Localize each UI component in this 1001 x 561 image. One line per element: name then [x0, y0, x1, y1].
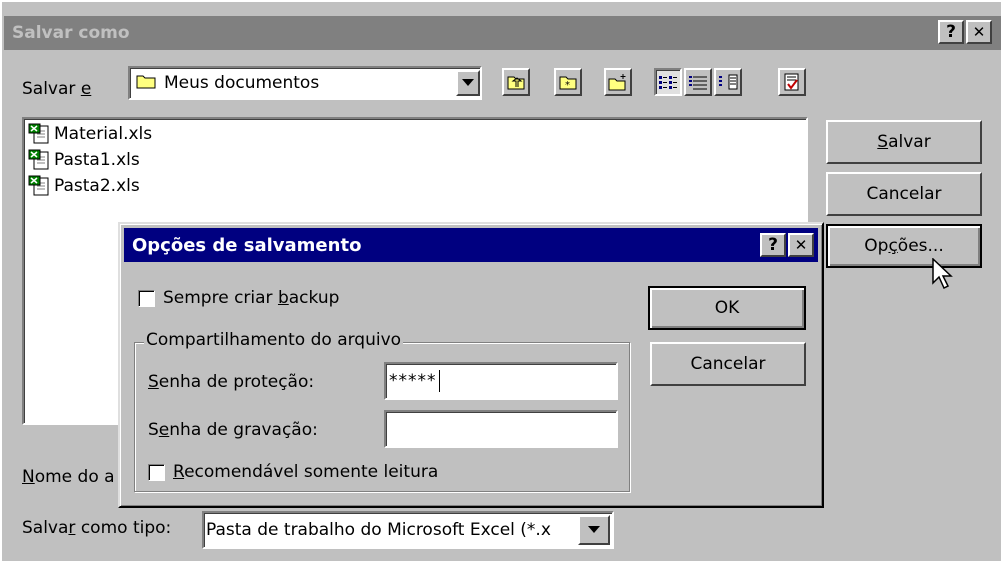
text-caret	[438, 370, 440, 392]
details-view-button[interactable]	[684, 68, 712, 96]
file-list-item[interactable]: Material.xls	[28, 121, 806, 147]
options-ok-button[interactable]: OK	[648, 286, 806, 330]
protection-password-input[interactable]: *****	[384, 362, 618, 400]
save-in-combo[interactable]: Meus documentos	[128, 66, 482, 100]
file-list-item[interactable]: Pasta2.xls	[28, 173, 806, 199]
up-one-level-icon	[507, 76, 525, 90]
save-as-close-button[interactable]: ✕	[966, 20, 992, 44]
save-button[interactable]: Salvar	[826, 120, 982, 164]
file-list-item[interactable]: Pasta1.xls	[28, 147, 806, 173]
save-as-title-bar[interactable]: Salvar como	[4, 16, 1001, 50]
folder-icon	[136, 73, 156, 94]
file-rows: Material.xls Pasta1.xls Pasta2.xls	[28, 121, 806, 199]
cancel-button[interactable]: Cancelar	[826, 172, 982, 216]
filetype-dropdown-button[interactable]	[578, 515, 610, 545]
readonly-checkbox[interactable]	[148, 463, 165, 481]
filename-label: Nome do a	[22, 467, 115, 487]
write-password-input[interactable]	[384, 410, 618, 448]
options-cancel-button[interactable]: Cancelar	[650, 342, 806, 386]
save-in-value: Meus documentos	[164, 73, 320, 93]
up-one-level-button[interactable]	[502, 68, 530, 96]
properties-view-icon	[719, 74, 738, 90]
protection-password-value: *****	[389, 371, 437, 391]
readonly-label: Recomendável somente leitura	[173, 462, 439, 482]
options-title: Opções de salvamento	[132, 234, 362, 256]
save-as-help-button[interactable]: ?	[938, 20, 964, 44]
options-close-button[interactable]: ✕	[788, 233, 814, 257]
backup-checkbox[interactable]	[138, 289, 155, 307]
file-name: Pasta2.xls	[54, 176, 140, 196]
filetype-value: Pasta de trabalho do Microsoft Excel (*.…	[206, 520, 551, 540]
details-view-icon	[689, 76, 707, 90]
chevron-down-icon	[462, 79, 474, 86]
commands-button[interactable]	[778, 68, 806, 96]
favorites-icon: *	[559, 76, 577, 90]
save-in-label: Salvar e	[22, 79, 92, 99]
protection-password-label: Senha de proteção:	[148, 372, 315, 392]
excel-file-icon	[28, 123, 52, 145]
file-sharing-group-label: Compartilhamento do arquivo	[144, 330, 404, 350]
options-dialog: Opções de salvamento ? ✕ Sempre criar ba…	[118, 222, 824, 508]
list-view-button[interactable]	[654, 68, 682, 96]
mouse-cursor-icon	[932, 257, 956, 297]
file-name: Material.xls	[54, 124, 153, 144]
file-name: Pasta1.xls	[54, 150, 140, 170]
write-password-label: Senha de gravação:	[148, 420, 318, 440]
options-help-button[interactable]: ?	[760, 233, 786, 257]
new-folder-button[interactable]	[604, 68, 632, 96]
new-folder-icon	[608, 74, 626, 91]
favorites-button[interactable]: *	[554, 68, 582, 96]
options-title-bar[interactable]: Opções de salvamento	[124, 228, 818, 262]
chevron-down-icon	[588, 526, 600, 533]
readonly-checkbox-row[interactable]: Recomendável somente leitura	[148, 462, 438, 482]
filetype-combo[interactable]: Pasta de trabalho do Microsoft Excel (*.…	[202, 511, 614, 549]
commands-icon	[784, 73, 799, 91]
save-as-title: Salvar como	[12, 23, 130, 43]
list-view-icon	[659, 76, 677, 89]
excel-file-icon	[28, 175, 52, 197]
svg-text:*: *	[565, 80, 570, 90]
filetype-label: Salvar como tipo:	[22, 518, 172, 538]
backup-checkbox-row[interactable]: Sempre criar backup	[138, 288, 339, 308]
backup-label: Sempre criar backup	[163, 288, 340, 308]
excel-file-icon	[28, 149, 52, 171]
options-button[interactable]: Op ç ões...	[826, 224, 982, 268]
save-in-dropdown-button[interactable]	[456, 70, 480, 96]
properties-view-button[interactable]	[714, 68, 742, 96]
